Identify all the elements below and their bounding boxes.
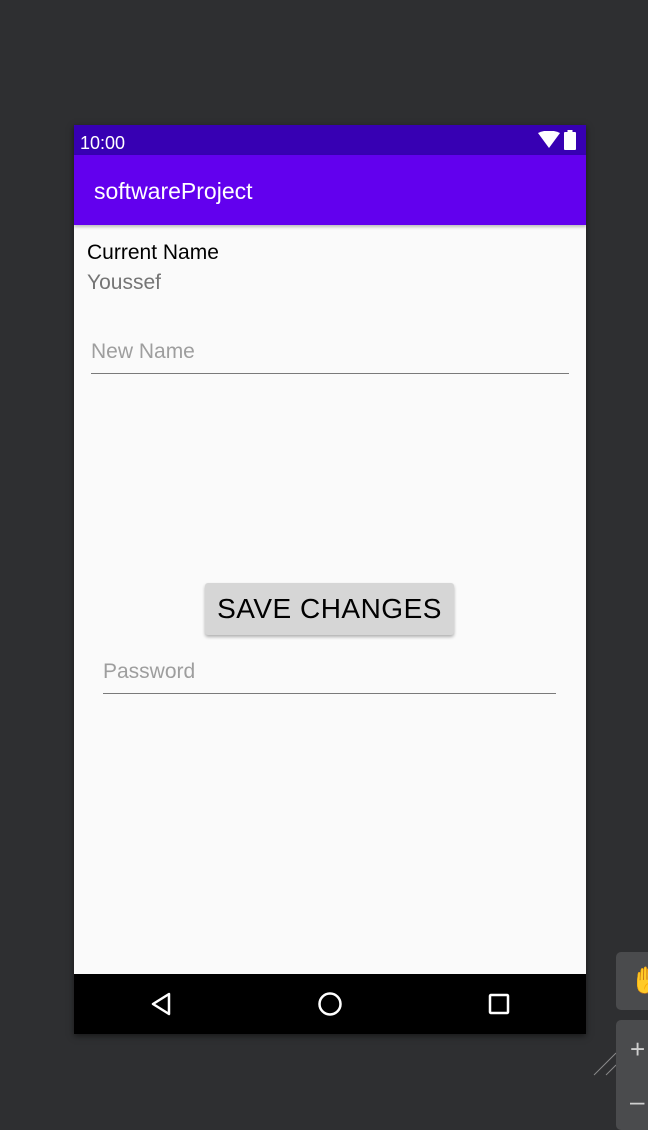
device-screen: 10:00 softwareProject Current Name Youss… — [74, 125, 586, 1034]
status-bar: 10:00 — [74, 125, 586, 155]
battery-icon — [564, 130, 576, 150]
zoom-out-icon[interactable]: – — [630, 1088, 644, 1114]
status-time: 10:00 — [80, 133, 126, 153]
navigation-bar — [74, 974, 586, 1034]
back-button[interactable] — [146, 989, 176, 1019]
new-name-input[interactable] — [91, 337, 569, 374]
app-title: softwareProject — [94, 178, 253, 204]
wifi-icon — [538, 131, 560, 148]
current-name-label: Current Name — [87, 241, 219, 264]
resize-grip-icon[interactable] — [592, 1050, 616, 1076]
back-triangle-icon — [151, 992, 171, 1016]
save-changes-button[interactable]: SAVE CHANGES — [205, 583, 454, 635]
password-input[interactable] — [103, 657, 556, 694]
recents-square-icon — [488, 993, 510, 1015]
zoom-controls: + – — [616, 1020, 648, 1130]
recents-button[interactable] — [484, 989, 514, 1019]
home-circle-icon — [318, 992, 342, 1016]
hand-pan-icon: ✋ — [630, 965, 648, 995]
zoom-in-icon[interactable]: + — [630, 1036, 645, 1062]
current-name-value: Youssef — [87, 271, 161, 294]
home-button[interactable] — [315, 989, 345, 1019]
app-bar: softwareProject — [74, 155, 586, 225]
pan-tool-button[interactable]: ✋ — [616, 952, 648, 1010]
status-icons — [538, 130, 576, 150]
